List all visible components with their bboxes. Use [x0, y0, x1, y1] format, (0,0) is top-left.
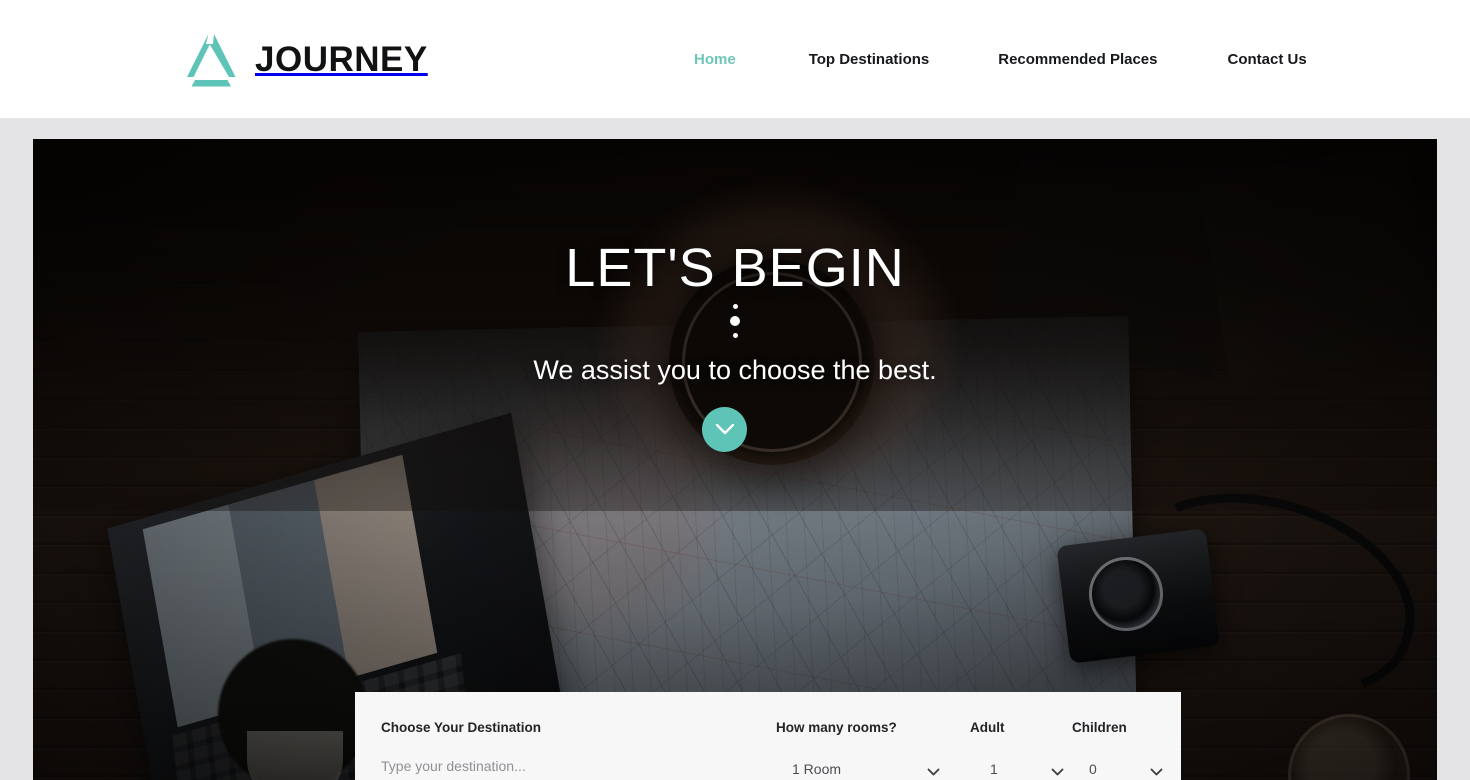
- site-header: JOURNEY Home Top Destinations Recommende…: [0, 0, 1470, 118]
- nav-item-recommended-places[interactable]: Recommended Places: [998, 50, 1157, 70]
- destination-label: Choose Your Destination: [381, 720, 542, 735]
- brand-name: JOURNEY: [255, 40, 428, 79]
- destination-input[interactable]: [381, 754, 751, 778]
- rooms-select[interactable]: 1 Room: [792, 756, 940, 780]
- hero-section: LET'S BEGIN We assist you to choose the …: [33, 139, 1437, 780]
- hero-vignette-overlay: [33, 139, 1437, 780]
- nav-item-top-destinations[interactable]: Top Destinations: [809, 50, 930, 70]
- children-select-wrapper[interactable]: 0: [1089, 756, 1163, 780]
- scroll-down-button[interactable]: [702, 407, 747, 452]
- hero-dot-separator: [33, 304, 1437, 338]
- nav-item-contact-us[interactable]: Contact Us: [1228, 50, 1307, 70]
- triangle-logo-icon: [180, 31, 241, 88]
- adult-select-wrapper[interactable]: 1: [990, 756, 1064, 780]
- rooms-label: How many rooms?: [776, 720, 897, 735]
- booking-form-card: Choose Your Destination How many rooms? …: [355, 692, 1181, 780]
- chevron-down-icon: [715, 423, 735, 436]
- children-select[interactable]: 0: [1089, 756, 1163, 780]
- brand-logo-link[interactable]: JOURNEY: [180, 31, 428, 88]
- hero-dot-small-top: [732, 304, 738, 309]
- children-label: Children: [1072, 720, 1127, 735]
- adult-select[interactable]: 1: [990, 756, 1064, 780]
- nav-item-home[interactable]: Home: [694, 50, 736, 70]
- rooms-select-wrapper[interactable]: 1 Room: [792, 756, 940, 780]
- hero-dot-small-bottom: [732, 333, 738, 338]
- hero-title: LET'S BEGIN: [565, 238, 905, 298]
- main-navigation: Home Top Destinations Recommended Places…: [680, 50, 1307, 70]
- hero-subtitle: We assist you to choose the best.: [533, 355, 937, 385]
- hero-dot-large-middle: [730, 316, 740, 326]
- adult-label: Adult: [970, 720, 1005, 735]
- hero-background-photo: [33, 139, 1437, 780]
